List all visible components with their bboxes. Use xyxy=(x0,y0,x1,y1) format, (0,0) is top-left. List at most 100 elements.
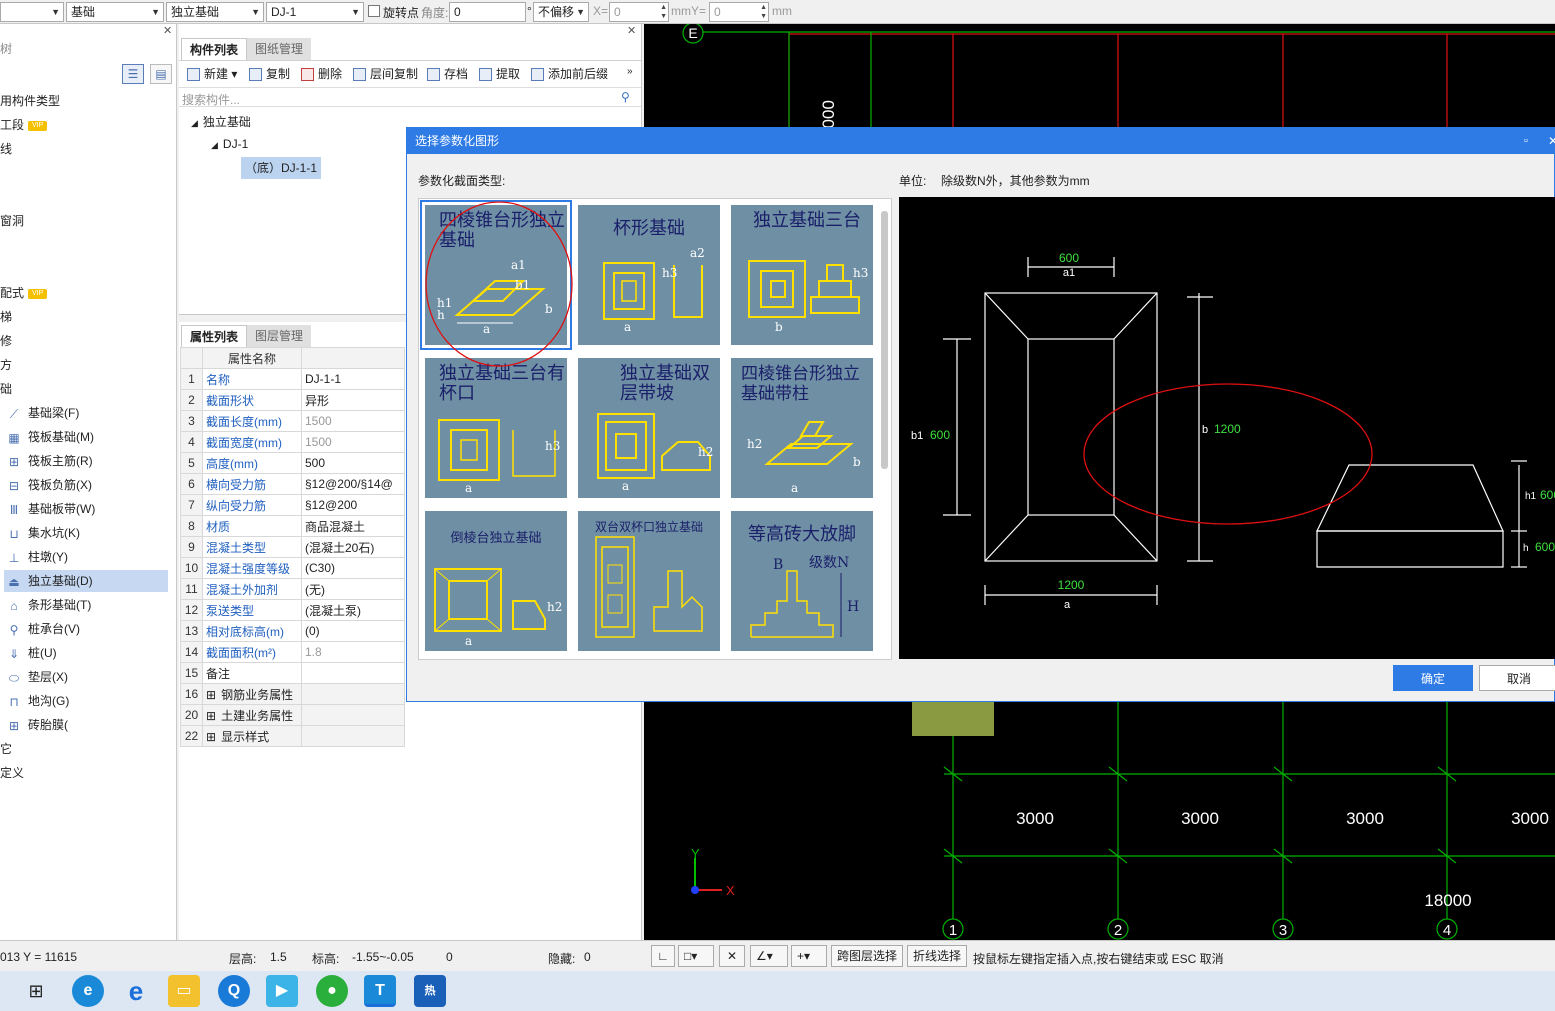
angle-toggle-icon[interactable]: ∠▾ xyxy=(750,945,788,967)
property-value[interactable]: (混凝土泵) xyxy=(301,599,405,621)
sub-item-pile[interactable]: ⇓ 桩(U) xyxy=(6,642,57,664)
property-row[interactable]: 3 截面长度(mm) 1500 xyxy=(180,410,405,432)
tab-component-list[interactable]: 构件列表 xyxy=(181,38,248,60)
shape-thumb-pyramid-column[interactable]: 四棱锥台形独立基础带柱 a h2 b xyxy=(731,358,873,498)
rotate-checkbox[interactable] xyxy=(368,5,380,17)
shape-thumb-three-step-cup[interactable]: 独立基础三台有杯口 a h3 xyxy=(425,358,567,498)
property-value[interactable] xyxy=(301,683,405,705)
sub-item-raft-neg-rebar[interactable]: ⊟ 筏板负筋(X) xyxy=(6,474,92,496)
polyline-select-button[interactable]: 折线选择 xyxy=(907,945,968,967)
close-icon[interactable]: ✕ xyxy=(1548,128,1555,154)
copy-button[interactable]: 复制 xyxy=(249,64,290,84)
category-combo[interactable]: 基础 ▼ xyxy=(66,2,164,22)
browser-q-icon[interactable]: Q xyxy=(218,975,250,1007)
tree-item-8[interactable]: 础 xyxy=(0,378,12,400)
property-value[interactable]: (混凝土20石) xyxy=(301,536,405,558)
tree-item-other[interactable]: 它 xyxy=(0,738,12,760)
file-explorer-icon[interactable]: ▭ xyxy=(168,975,200,1007)
archive-button[interactable]: 存档 xyxy=(427,64,468,84)
sub-item-foundation-beam[interactable]: ⟋ 基础梁(F) xyxy=(6,402,80,424)
shape-thumb-three-step[interactable]: 独立基础三台 b h3 xyxy=(731,205,873,345)
property-value[interactable]: 异形 xyxy=(301,389,405,411)
search-icon[interactable]: ⚲ xyxy=(621,90,630,104)
property-value[interactable]: 商品混凝土 xyxy=(301,515,405,537)
close-icon[interactable]: ✕ xyxy=(163,24,172,37)
sub-item-pit[interactable]: ⊔ 集水坑(K) xyxy=(6,522,80,544)
sub-item-pier[interactable]: ⊥ 柱墩(Y) xyxy=(6,546,68,568)
property-row[interactable]: 13 相对底标高(m) (0) xyxy=(180,620,405,642)
floor-combo[interactable]: ▼ xyxy=(0,2,64,22)
more-icon[interactable]: » xyxy=(627,66,633,77)
property-row[interactable]: 6 横向受力筋 §12@200/§14@ xyxy=(180,473,405,495)
property-row[interactable]: 5 高度(mm) 500 xyxy=(180,452,405,474)
property-row[interactable]: 1 名称 DJ-1-1 xyxy=(180,368,405,390)
property-row[interactable]: 7 纵向受力筋 §12@200 xyxy=(180,494,405,516)
property-row[interactable]: 20 ⊞ 土建业务属性 xyxy=(180,704,405,726)
browser-edge-icon[interactable]: e xyxy=(120,975,152,1007)
shape-thumb-double-cup[interactable]: 双台双杯口独立基础 xyxy=(578,511,720,651)
property-row[interactable]: 4 截面宽度(mm) 1500 xyxy=(180,431,405,453)
property-value[interactable]: 1500 xyxy=(301,431,405,453)
expand-icon[interactable]: ⊞ xyxy=(206,688,216,702)
wechat-icon[interactable]: ● xyxy=(316,975,348,1007)
sub-item-trench[interactable]: ⊓ 地沟(G) xyxy=(6,690,69,712)
property-row[interactable]: 15 备注 xyxy=(180,662,405,684)
property-value[interactable]: §12@200 xyxy=(301,494,405,516)
tree-item-1[interactable]: 工段 VIP xyxy=(0,114,48,136)
sub-item-raft-main-rebar[interactable]: ⊞ 筏板主筋(R) xyxy=(6,450,93,472)
browser-ie-icon[interactable]: e xyxy=(72,975,104,1007)
list-view-icon[interactable]: ☰ xyxy=(122,64,144,84)
expand-icon[interactable]: ⊞ xyxy=(206,709,216,723)
sub-item-brick-mold[interactable]: ⊞ 砖胎膜( xyxy=(6,714,68,736)
task-view-icon[interactable]: ⊞ xyxy=(20,975,52,1007)
tab-drawing-manage[interactable]: 图纸管理 xyxy=(247,38,312,60)
shape-thumb-pyramid[interactable]: 四棱锥台形独立基础 a h1 h a1 b1 b xyxy=(420,200,572,350)
property-value[interactable] xyxy=(301,662,405,684)
x-input[interactable]: 0 ▲ ▼ xyxy=(609,2,669,22)
property-row[interactable]: 16 ⊞ 钢筋业务属性 xyxy=(180,683,405,705)
tree-node-dj1[interactable]: ◢ DJ-1 xyxy=(211,137,248,151)
cross-layer-select-button[interactable]: 跨图层选择 xyxy=(831,945,904,967)
property-row[interactable]: 14 截面面积(m²) 1.8 xyxy=(180,641,405,663)
shape-thumb-brick-footing[interactable]: 等高砖大放脚 B 级数N H xyxy=(731,511,873,651)
cancel-button[interactable]: 取消 xyxy=(1479,665,1555,691)
gallery-scrollbar[interactable] xyxy=(881,211,888,469)
ok-button[interactable]: 确定 xyxy=(1393,665,1473,691)
property-value[interactable]: (0) xyxy=(301,620,405,642)
sub-item-pile-cap[interactable]: ⚲ 桩承台(V) xyxy=(6,618,80,640)
snap-toggle-icon[interactable]: □▾ xyxy=(678,945,714,967)
expand-icon[interactable]: ⊞ xyxy=(206,730,216,744)
media-player-icon[interactable]: ▶ xyxy=(266,975,298,1007)
type-combo[interactable]: 独立基础 ▼ xyxy=(166,2,264,22)
sub-item-strip-foundation[interactable]: ⌂ 条形基础(T) xyxy=(6,594,91,616)
new-button[interactable]: 新建 ▾ xyxy=(187,64,237,84)
property-value[interactable]: 500 xyxy=(301,452,405,474)
tree-item-6[interactable]: 修 xyxy=(0,330,12,352)
property-row[interactable]: 12 泵送类型 (混凝土泵) xyxy=(180,599,405,621)
tree-item-custom[interactable]: 定义 xyxy=(0,762,24,784)
tab-property-list[interactable]: 属性列表 xyxy=(181,325,248,347)
offset-combo[interactable]: 不偏移 ▼ xyxy=(533,2,589,22)
tree-node-isolated-foundation[interactable]: ◢ 独立基础 xyxy=(191,113,251,130)
property-row[interactable]: 2 截面形状 异形 xyxy=(180,389,405,411)
property-value[interactable]: (无) xyxy=(301,578,405,600)
spinner-icon[interactable]: ▲ ▼ xyxy=(660,3,667,21)
search-input[interactable]: 搜索构件... ⚲ xyxy=(179,87,641,107)
tree-item-7[interactable]: 方 xyxy=(0,354,12,376)
sub-item-isolated-foundation[interactable]: ⏏ 独立基础(D) xyxy=(4,570,168,592)
tree-node-dj1-1[interactable]: （底）DJ-1-1 xyxy=(241,157,322,179)
ortho-toggle-icon[interactable]: ∟ xyxy=(651,945,675,967)
property-value[interactable]: 1500 xyxy=(301,410,405,432)
tree-item-4[interactable]: 配式 VIP xyxy=(0,282,48,304)
property-value[interactable] xyxy=(301,725,405,747)
property-row[interactable]: 11 混凝土外加剂 (无) xyxy=(180,578,405,600)
expand-icon[interactable]: ◢ xyxy=(191,118,198,128)
property-value[interactable]: (C30) xyxy=(301,557,405,579)
dimension-toggle-icon[interactable]: +▾ xyxy=(791,945,827,967)
shape-thumb-inverted-pyramid[interactable]: 倒棱台独立基础 a h2 xyxy=(425,511,567,651)
detail-view-icon[interactable]: ▤ xyxy=(150,64,172,84)
property-value[interactable]: 1.8 xyxy=(301,641,405,663)
angle-input[interactable]: 0 xyxy=(449,2,526,22)
expand-icon[interactable]: ◢ xyxy=(211,140,218,150)
shape-thumb-cup[interactable]: 杯形基础 a h3 a2 xyxy=(578,205,720,345)
